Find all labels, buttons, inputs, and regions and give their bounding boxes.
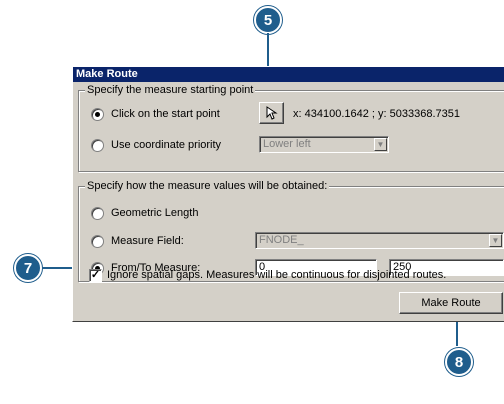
chevron-down-icon[interactable]: ▼ <box>489 234 502 247</box>
chevron-down-icon[interactable]: ▼ <box>374 138 387 151</box>
start-point-coordinates: x: 434100.1642 ; y: 5033368.7351 <box>293 108 460 120</box>
coordinate-priority-select[interactable]: Lower left ▼ <box>259 136 389 153</box>
callout-5: 5 <box>254 6 282 34</box>
make-route-button[interactable]: Make Route <box>399 292 503 314</box>
radio-selected-dot <box>95 112 100 117</box>
ignore-gaps-label[interactable]: Ignore spatial gaps. Measures will be co… <box>107 269 446 282</box>
coordinate-priority-label[interactable]: Use coordinate priority <box>111 139 221 152</box>
click-start-point-label[interactable]: Click on the start point <box>111 108 220 121</box>
measure-source-group-legend: Specify how the measure values will be o… <box>85 179 330 193</box>
select-start-point-button[interactable] <box>259 102 284 124</box>
check-icon: ✓ <box>90 269 101 281</box>
start-point-group: Specify the measure starting point Click… <box>78 83 504 172</box>
coordinate-priority-radio[interactable] <box>91 139 104 152</box>
geometric-length-radio[interactable] <box>91 207 104 220</box>
click-start-point-radio[interactable] <box>91 108 104 121</box>
geometric-length-label[interactable]: Geometric Length <box>111 207 198 220</box>
callout-8: 8 <box>445 348 473 376</box>
measure-field-radio[interactable] <box>91 235 104 248</box>
measure-field-value: FNODE_ <box>259 234 304 246</box>
measure-field-select[interactable]: FNODE_ ▼ <box>255 232 504 249</box>
ignore-gaps-checkbox[interactable]: ✓ <box>89 269 102 282</box>
cursor-arrow-icon <box>266 106 278 120</box>
dialog-title: Make Route <box>73 67 504 82</box>
coordinate-priority-value: Lower left <box>263 138 311 150</box>
callout-7: 7 <box>14 254 42 282</box>
measure-field-label[interactable]: Measure Field: <box>111 235 184 248</box>
measure-source-group: Specify how the measure values will be o… <box>78 179 504 282</box>
make-route-dialog: Make Route Specify the measure starting … <box>72 66 504 322</box>
start-point-group-legend: Specify the measure starting point <box>85 83 256 97</box>
